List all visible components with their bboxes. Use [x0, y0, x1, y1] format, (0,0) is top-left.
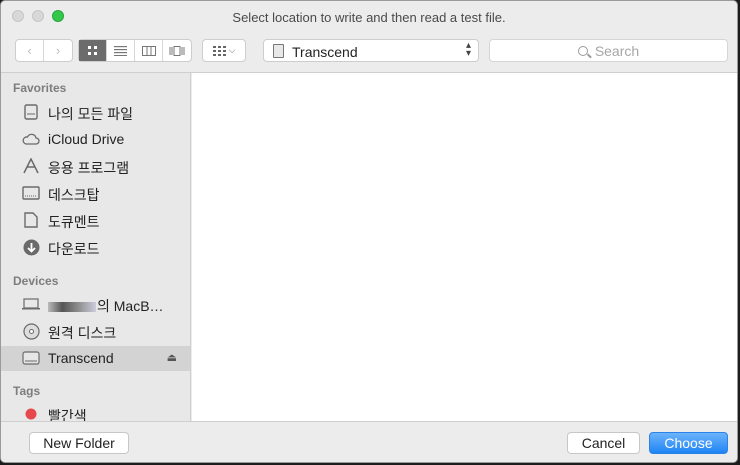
file-open-dialog: Select location to write and then read a… [0, 0, 738, 463]
sidebar-item-label: 나의 모든 파일 [48, 106, 134, 122]
location-popup[interactable]: Transcend ▴ ▾ [263, 39, 479, 62]
arrange-grid-icon [212, 45, 226, 56]
search-field[interactable]: Search [489, 39, 728, 62]
downloads-icon [22, 238, 40, 256]
sidebar-item-label: 응용 프로그램 [48, 160, 130, 176]
sidebar-item-macbook[interactable]: 의 MacB… [1, 292, 190, 317]
chevron-down-icon: ⌵ [228, 45, 236, 55]
sidebar-item-downloads[interactable]: 다운로드 [1, 235, 190, 260]
sidebar-item-applications[interactable]: 응용 프로그램 [1, 154, 190, 179]
remote-disc-icon [22, 322, 40, 340]
file-browser-area[interactable] [192, 73, 737, 421]
sidebar: Favorites 나의 모든 파일 iCloud Drive 응용 프로그램 … [1, 73, 191, 421]
up-down-chevron-icon: ▴ ▾ [465, 40, 471, 59]
sidebar-item-label: 원격 디스크 [48, 325, 117, 341]
cloud-icon [22, 130, 40, 148]
icon-view-icon [87, 45, 98, 56]
sidebar-item-label: 도큐멘트 [48, 214, 100, 230]
arrange-menu-button[interactable]: ⌵ [202, 39, 246, 62]
location-label: Transcend [292, 44, 358, 60]
sidebar-item-documents[interactable]: 도큐멘트 [1, 208, 190, 233]
list-view-icon [114, 45, 127, 56]
icon-view-button[interactable] [79, 40, 107, 61]
window-title: Select location to write and then read a… [232, 10, 506, 25]
column-view-icon [141, 45, 156, 56]
sidebar-item-label: 빨간색 [48, 408, 87, 421]
laptop-icon [22, 295, 40, 313]
sidebar-item-all-files[interactable]: 나의 모든 파일 [1, 100, 190, 125]
column-view-button[interactable] [135, 40, 163, 61]
favorites-header: Favorites [13, 81, 67, 95]
sidebar-item-label: Transcend [48, 350, 114, 366]
choose-button[interactable]: Choose [649, 432, 728, 454]
sidebar-item-label: 다운로드 [48, 241, 100, 257]
sidebar-item-icloud-drive[interactable]: iCloud Drive [1, 127, 190, 152]
external-drive-icon [22, 349, 40, 367]
devices-header: Devices [13, 274, 59, 288]
navigation-buttons: ‹ › [15, 39, 73, 62]
search-icon [577, 45, 588, 56]
eject-icon[interactable]: ⏏ [167, 351, 177, 364]
sidebar-item-label: 데스크탑 [48, 187, 100, 203]
cover-flow-view-button[interactable] [163, 40, 191, 61]
desktop-icon [22, 184, 40, 202]
sidebar-item-label: iCloud Drive [48, 131, 125, 147]
red-tag-icon [22, 405, 40, 421]
all-files-icon [22, 103, 40, 121]
documents-icon [22, 211, 40, 229]
view-mode-selector [78, 39, 192, 62]
title-bar: Select location to write and then read a… [1, 1, 737, 31]
sidebar-item-desktop[interactable]: 데스크탑 [1, 181, 190, 206]
chevron-right-icon: › [55, 43, 61, 58]
drive-icon [273, 44, 284, 58]
sidebar-item-label: 의 MacB… [48, 296, 164, 316]
cancel-button[interactable]: Cancel [567, 432, 640, 454]
list-view-button[interactable] [107, 40, 135, 61]
sidebar-item-tag-red[interactable]: 빨간색 [1, 402, 190, 421]
search-placeholder: Search [594, 42, 640, 59]
sidebar-item-transcend[interactable]: Transcend ⏏ [1, 346, 190, 371]
cover-flow-icon [169, 45, 185, 56]
tags-header: Tags [13, 384, 41, 398]
sidebar-item-remote-disc[interactable]: 원격 디스크 [1, 319, 190, 344]
forward-button[interactable]: › [44, 40, 72, 61]
back-button[interactable]: ‹ [16, 40, 44, 61]
new-folder-button[interactable]: New Folder [29, 432, 129, 454]
dialog-footer: New Folder Cancel Choose [1, 421, 737, 462]
chevron-left-icon: ‹ [27, 43, 32, 58]
applications-icon [22, 157, 40, 175]
toolbar: ‹ › ⌵ Transcend ▴ ▾ Search [1, 31, 737, 73]
redacted-name [48, 302, 96, 313]
